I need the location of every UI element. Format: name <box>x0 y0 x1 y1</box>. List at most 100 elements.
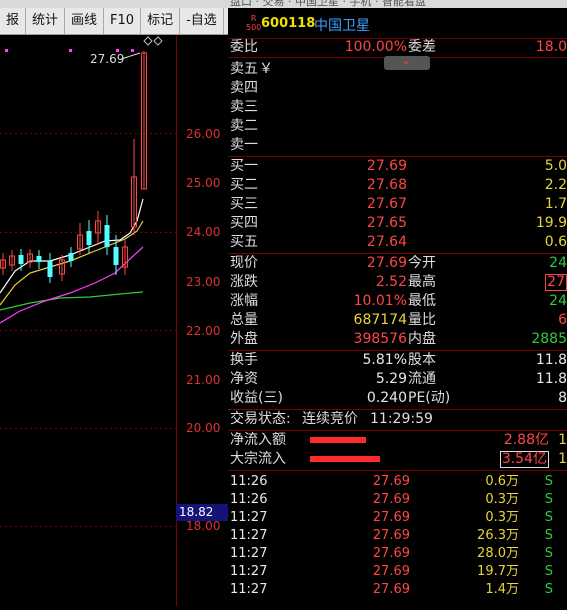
event-marker[interactable] <box>69 49 72 52</box>
toolbar-mark-button[interactable]: 标记 <box>141 8 181 34</box>
bid-row[interactable]: 买五 27.64 0.6 <box>228 233 567 252</box>
bid-label: 买一 <box>230 158 258 174</box>
price-tick: 21.00 <box>186 373 221 387</box>
bid-price: 27.68 <box>366 177 407 193</box>
bid-label: 买四 <box>230 215 258 231</box>
tick-row: 11:27 27.69 0.3万 S <box>228 509 567 527</box>
tick-row: 11:26 27.69 0.3万 S <box>228 491 567 509</box>
order-diff-label: 委差 <box>408 39 436 55</box>
toolbar-f10-button[interactable]: F10 <box>104 8 142 34</box>
stat-value: 24 <box>549 255 567 271</box>
stat-value: 27.69 <box>366 255 407 271</box>
ask-label: 卖三 <box>230 99 258 115</box>
event-marker[interactable] <box>131 49 134 52</box>
order-ratio-value: 100.00% <box>344 39 407 55</box>
ask-label: 卖二 <box>230 118 258 134</box>
tick-side: S <box>544 564 553 579</box>
bid-price: 27.65 <box>366 215 407 231</box>
stat-label: 量比 <box>408 312 436 328</box>
toolbar-remove-watchlist-button[interactable]: -自选 <box>180 8 224 34</box>
tick-side: S <box>544 582 553 597</box>
stat-label: 最低 <box>408 293 436 309</box>
trade-status-time: 11:29:59 <box>370 411 433 427</box>
stat-value: 2.52 <box>375 274 407 290</box>
tick-side: S <box>544 492 553 507</box>
stat-row: 外盘 398576 内盘 2885 <box>228 330 567 349</box>
tick-time: 11:27 <box>230 582 268 597</box>
fundamental-row: 净资 5.29 流通 11.8 <box>228 370 567 389</box>
block-inflow-row: 大宗流入 3.54亿 1 <box>228 450 567 469</box>
divider <box>228 470 567 471</box>
candlestick-chart[interactable]: 27.69 26.00 25.00 24.00 23.00 22.00 21.0… <box>0 35 228 606</box>
ask-row[interactable]: 卖二 <box>228 117 567 136</box>
trade-status-label: 交易状态: <box>230 411 291 427</box>
tick-row: 11:27 27.69 1.4万 S <box>228 581 567 599</box>
price-tick: 18.00 <box>186 519 221 533</box>
bid-row[interactable]: 买二 27.68 2.2 <box>228 176 567 195</box>
net-inflow-bar <box>310 437 366 443</box>
toolbar-draw-button[interactable]: 画线 <box>65 8 105 34</box>
bid-row[interactable]: 买四 27.65 19.9 <box>228 214 567 233</box>
stat-label: 总量 <box>230 312 258 328</box>
tick-side: S <box>544 510 553 525</box>
flow-value: 2.88亿 <box>503 432 549 448</box>
diamond-marker-icon[interactable] <box>153 36 163 46</box>
stat-label: 涨跌 <box>230 274 258 290</box>
tick-volume: 19.7万 <box>477 564 519 579</box>
price-tick: 22.00 <box>186 324 221 338</box>
stat-value: 6 <box>558 312 567 328</box>
bid-label: 买五 <box>230 234 258 250</box>
stat-value: 24 <box>549 293 567 309</box>
stock-header: R 500 600118 中国卫星 <box>228 8 567 39</box>
stat-value: 8 <box>558 390 567 406</box>
stat-label: 内盘 <box>408 331 436 347</box>
stat-value: 398576 <box>353 331 407 347</box>
ask-row[interactable]: 卖五 ￥ <box>228 60 567 79</box>
order-ratio-label: 委比 <box>230 39 258 55</box>
stat-value: 27 <box>545 274 567 291</box>
event-marker[interactable] <box>5 49 8 52</box>
bid-row[interactable]: 买一 27.69 5.0 <box>228 157 567 176</box>
stock-name[interactable]: 中国卫星 <box>314 15 370 35</box>
flow-label: 大宗流入 <box>230 451 286 467</box>
stat-value: 5.81% <box>362 352 407 368</box>
stat-row: 现价 27.69 今开 24 <box>228 254 567 273</box>
tick-row: 11:27 27.69 28.0万 S <box>228 545 567 563</box>
yen-mark: ￥ <box>259 61 273 77</box>
ask-label: 卖五 <box>230 61 258 77</box>
ma60-line <box>0 291 144 311</box>
bid-row[interactable]: 买三 27.67 1.7 <box>228 195 567 214</box>
toolbar-report-button[interactable]: 报 <box>0 8 27 34</box>
tick-time: 11:26 <box>230 492 268 507</box>
ask-row[interactable]: 卖一 <box>228 136 567 155</box>
stat-label: 换手 <box>230 352 258 368</box>
tick-price: 27.69 <box>372 582 410 597</box>
diamond-marker-icon[interactable] <box>143 36 153 46</box>
stat-row: 涨幅 10.01% 最低 24 <box>228 292 567 311</box>
ask-label: 卖四 <box>230 80 258 96</box>
stat-label: 现价 <box>230 255 258 271</box>
stat-value: 2885 <box>531 331 567 347</box>
price-tick: 23.00 <box>186 275 221 289</box>
tick-volume: 0.3万 <box>485 510 519 525</box>
stat-label: 流通 <box>408 371 436 387</box>
flow-label: 净流入额 <box>230 432 286 448</box>
stat-value: 0.240 <box>366 390 407 406</box>
fundamental-row: 换手 5.81% 股本 11.8 <box>228 351 567 370</box>
ask-row[interactable]: 卖四 <box>228 79 567 98</box>
bid-volume: 1.7 <box>544 196 567 212</box>
tick-price: 27.69 <box>372 528 410 543</box>
tick-price: 27.69 <box>372 474 410 489</box>
stat-label: 股本 <box>408 352 436 368</box>
bid-volume: 0.6 <box>544 234 567 250</box>
crosshair-price-box: 18.82 <box>176 504 228 521</box>
order-diff-value: 18.0 <box>535 39 567 55</box>
ask-row[interactable]: 卖三 <box>228 98 567 117</box>
tick-side: S <box>544 546 553 561</box>
tick-row: 11:27 27.69 19.7万 S <box>228 563 567 581</box>
toolbar-stats-button[interactable]: 统计 <box>26 8 66 34</box>
r-badge-number: 500 <box>246 23 262 32</box>
tick-volume: 0.6万 <box>485 474 519 489</box>
tick-price: 27.69 <box>372 564 410 579</box>
tick-time: 11:26 <box>230 474 268 489</box>
